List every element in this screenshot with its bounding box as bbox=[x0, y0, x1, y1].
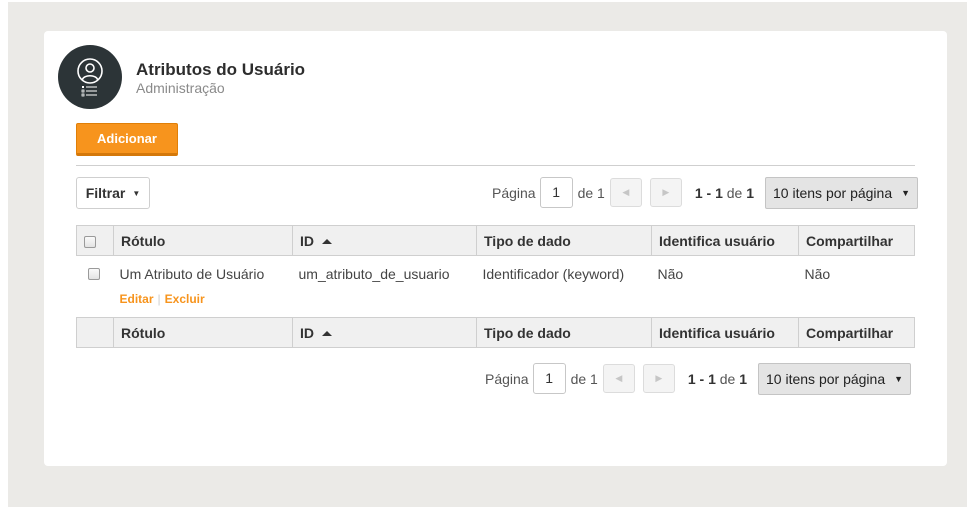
chevron-left-icon: ◀ bbox=[615, 373, 623, 383]
page-label: Página bbox=[492, 184, 536, 201]
column-header-data-type[interactable]: Tipo de dado bbox=[476, 225, 652, 256]
user-attributes-icon bbox=[77, 58, 103, 97]
edit-link[interactable]: Editar bbox=[120, 292, 154, 306]
prev-page-button[interactable]: ◀ bbox=[602, 364, 635, 393]
footer-column-id[interactable]: ID bbox=[292, 317, 477, 348]
select-all-cell bbox=[76, 225, 114, 256]
select-all-checkbox[interactable] bbox=[84, 235, 96, 248]
dropdown-arrow-icon: ▼ bbox=[894, 373, 904, 384]
sort-ascending-icon bbox=[322, 331, 332, 337]
footer-checkbox-cell bbox=[76, 317, 114, 348]
column-header-identifies-user[interactable]: Identifica usuário bbox=[651, 225, 799, 256]
page-count: de 1 bbox=[570, 370, 598, 387]
column-header-id[interactable]: ID bbox=[292, 225, 477, 256]
pagination-bottom: Página 1 de 1 ◀ ▶ 1 - 1 de 1 10 itens po… bbox=[485, 362, 912, 395]
page-number-input[interactable]: 1 bbox=[532, 363, 566, 394]
prev-page-button[interactable]: ◀ bbox=[609, 178, 642, 207]
footer-column-label[interactable]: Rótulo bbox=[113, 317, 293, 348]
dropdown-arrow-icon: ▼ bbox=[901, 187, 911, 198]
page-range: 1 - 1 de 1 bbox=[687, 370, 748, 387]
filter-button[interactable]: Filtrar ▼ bbox=[76, 177, 150, 209]
row-label: Um Atributo de Usuário bbox=[119, 265, 265, 282]
footer-column-data-type[interactable]: Tipo de dado bbox=[476, 317, 652, 348]
page-range: 1 - 1 de 1 bbox=[694, 184, 755, 201]
page-count: de 1 bbox=[577, 184, 605, 201]
add-button[interactable]: Adicionar bbox=[76, 123, 178, 156]
divider bbox=[76, 165, 915, 166]
page-subtitle: Administração bbox=[136, 80, 225, 96]
chevron-right-icon: ▶ bbox=[655, 373, 663, 383]
content-panel: Atributos do Usuário Administração Adici… bbox=[44, 31, 947, 466]
row-select-cell bbox=[77, 256, 114, 292]
avatar bbox=[58, 45, 122, 109]
table-footer-header: Rótulo ID Tipo de dado Identifica usuári… bbox=[76, 317, 915, 348]
attributes-table: Rótulo ID Tipo de dado Identifica usuári… bbox=[76, 225, 915, 348]
caret-down-icon: ▼ bbox=[132, 188, 141, 198]
row-actions-row: Editar | Excluir bbox=[77, 292, 915, 318]
row-checkbox[interactable] bbox=[87, 268, 100, 281]
footer-column-identifies-user[interactable]: Identifica usuário bbox=[651, 317, 799, 348]
column-header-label[interactable]: Rótulo bbox=[113, 225, 293, 256]
page-number-input[interactable]: 1 bbox=[539, 177, 573, 208]
pagination-top: Página 1 de 1 ◀ ▶ 1 - 1 de 1 10 itens po… bbox=[492, 176, 919, 209]
row-share: Não bbox=[804, 265, 831, 282]
column-header-share[interactable]: Compartilhar bbox=[798, 225, 915, 256]
page-label: Página bbox=[485, 370, 529, 387]
page-background: Atributos do Usuário Administração Adici… bbox=[8, 2, 967, 507]
row-data-type: Identificador (keyword) bbox=[482, 265, 625, 282]
sort-ascending-icon bbox=[322, 239, 332, 245]
items-per-page-select[interactable]: 10 itens por página ▼ bbox=[765, 176, 919, 209]
filter-label: Filtrar bbox=[85, 185, 126, 201]
row-id: um_atributo_de_usuario bbox=[298, 265, 450, 282]
footer-column-share[interactable]: Compartilhar bbox=[798, 317, 915, 348]
items-per-page-select[interactable]: 10 itens por página ▼ bbox=[758, 362, 912, 395]
chevron-right-icon: ▶ bbox=[662, 187, 670, 197]
table-row: Um Atributo de Usuário um_atributo_de_us… bbox=[77, 256, 915, 292]
next-page-button[interactable]: ▶ bbox=[642, 364, 675, 393]
delete-link[interactable]: Excluir bbox=[165, 292, 205, 306]
row-identifies-user: Não bbox=[657, 265, 684, 282]
next-page-button[interactable]: ▶ bbox=[649, 178, 682, 207]
separator: | bbox=[157, 291, 161, 306]
page-title: Atributos do Usuário bbox=[136, 60, 306, 79]
row-actions: Editar | Excluir bbox=[114, 292, 915, 318]
chevron-left-icon: ◀ bbox=[622, 187, 630, 197]
